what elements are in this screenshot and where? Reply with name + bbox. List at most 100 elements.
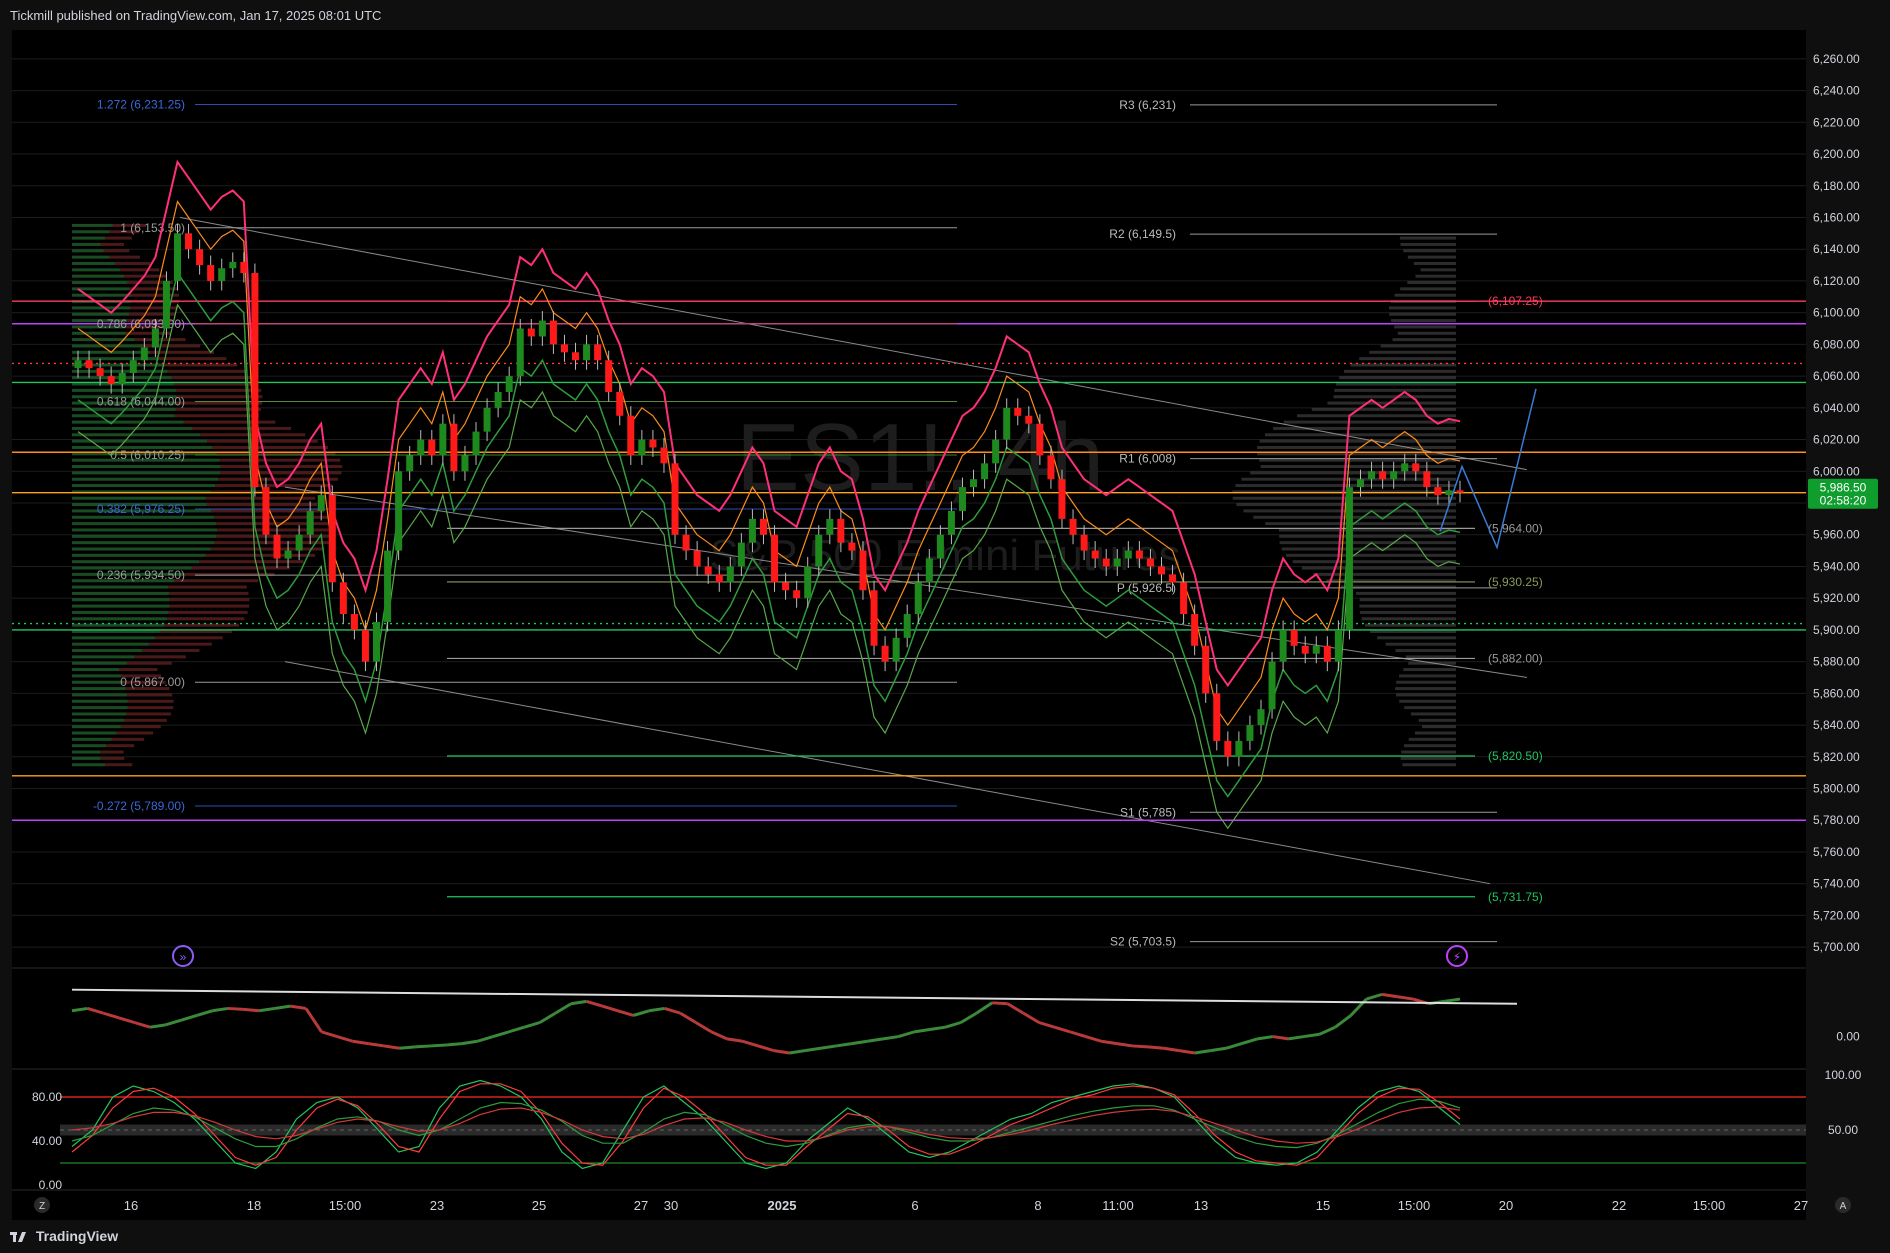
candle-body[interactable]	[494, 391, 502, 408]
candle-body[interactable]	[229, 261, 237, 269]
candle-body[interactable]	[903, 614, 911, 638]
candle-body[interactable]	[472, 431, 480, 456]
candle-body[interactable]	[583, 344, 591, 361]
candle-body[interactable]	[483, 407, 491, 432]
candle-body[interactable]	[129, 360, 137, 373]
candle-body[interactable]	[1279, 629, 1287, 662]
candle-body[interactable]	[793, 590, 801, 599]
candle-body[interactable]	[1456, 490, 1464, 493]
candle-body[interactable]	[715, 574, 723, 583]
candle-body[interactable]	[549, 320, 557, 345]
candle-body[interactable]	[1379, 471, 1387, 480]
candle-body[interactable]	[572, 352, 580, 361]
candle-body[interactable]	[605, 360, 613, 392]
candle-body[interactable]	[737, 542, 745, 567]
candle-body[interactable]	[538, 320, 546, 337]
candle-body[interactable]	[594, 344, 602, 361]
candle-body[interactable]	[350, 614, 358, 630]
candle-body[interactable]	[837, 518, 845, 543]
candle-body[interactable]	[848, 542, 856, 551]
candle-body[interactable]	[185, 233, 193, 250]
candle-body[interactable]	[616, 391, 624, 416]
candle-body[interactable]	[1069, 518, 1077, 535]
candle-body[interactable]	[1124, 550, 1132, 559]
candle-body[interactable]	[317, 495, 325, 511]
candle-body[interactable]	[992, 439, 1000, 464]
candle-body[interactable]	[1213, 693, 1221, 741]
candle-body[interactable]	[1113, 558, 1121, 567]
candle-body[interactable]	[461, 455, 469, 472]
candle-body[interactable]	[107, 376, 115, 385]
candle-body[interactable]	[395, 471, 403, 551]
candle-body[interactable]	[1412, 463, 1420, 472]
candle-body[interactable]	[925, 558, 933, 583]
candle-body[interactable]	[660, 447, 668, 464]
candle-body[interactable]	[1047, 455, 1055, 480]
tradingview-logo[interactable]: TradingView	[10, 1228, 118, 1244]
candle-body[interactable]	[1202, 645, 1210, 694]
candle-body[interactable]	[1323, 645, 1331, 662]
candle-body[interactable]	[207, 265, 215, 281]
candle-body[interactable]	[1445, 490, 1453, 496]
candle-body[interactable]	[627, 415, 635, 456]
candle-body[interactable]	[1036, 423, 1044, 456]
candle-body[interactable]	[638, 439, 646, 456]
candle-body[interactable]	[970, 479, 978, 488]
candle-body[interactable]	[1135, 550, 1143, 559]
candle-body[interactable]	[262, 487, 270, 535]
candle-body[interactable]	[406, 455, 414, 472]
candle-body[interactable]	[450, 423, 458, 472]
candle-body[interactable]	[1169, 574, 1177, 583]
candle-body[interactable]	[1301, 645, 1309, 654]
candle-body[interactable]	[1290, 629, 1298, 646]
candle-body[interactable]	[682, 534, 690, 551]
candle-body[interactable]	[218, 268, 226, 281]
candle-body[interactable]	[284, 550, 292, 559]
candle-body[interactable]	[1368, 471, 1376, 480]
candle-body[interactable]	[1257, 709, 1265, 726]
candle-body[interactable]	[704, 566, 712, 575]
candle-body[interactable]	[958, 487, 966, 511]
candle-body[interactable]	[251, 273, 259, 488]
candle-body[interactable]	[914, 582, 922, 615]
candle-body[interactable]	[1401, 463, 1409, 472]
candle-body[interactable]	[826, 518, 834, 535]
candle-body[interactable]	[174, 233, 182, 281]
candle-body[interactable]	[693, 550, 701, 567]
candle-body[interactable]	[671, 463, 679, 535]
candle-body[interactable]	[759, 518, 767, 535]
candle-body[interactable]	[140, 347, 148, 361]
candle-body[interactable]	[870, 590, 878, 646]
candle-body[interactable]	[771, 534, 779, 583]
candle-body[interactable]	[859, 550, 867, 591]
candle-body[interactable]	[947, 510, 955, 535]
candle-body[interactable]	[936, 534, 944, 559]
candle-body[interactable]	[96, 368, 104, 377]
candle-body[interactable]	[118, 372, 126, 385]
candle-body[interactable]	[373, 621, 381, 662]
candle-body[interactable]	[295, 534, 303, 551]
candle-body[interactable]	[1058, 479, 1066, 519]
candle-body[interactable]	[417, 439, 425, 456]
candle-body[interactable]	[1191, 614, 1199, 646]
candle-body[interactable]	[1434, 487, 1442, 496]
candle-body[interactable]	[1334, 629, 1342, 662]
candle-body[interactable]	[782, 582, 790, 591]
candle-body[interactable]	[273, 534, 281, 559]
candle-body[interactable]	[1268, 661, 1276, 710]
candle-body[interactable]	[1390, 471, 1398, 480]
candle-body[interactable]	[1091, 550, 1099, 559]
candle-body[interactable]	[726, 566, 734, 583]
candle-body[interactable]	[1246, 725, 1254, 741]
candle-body[interactable]	[881, 645, 889, 662]
trading-chart[interactable]: ES1!, 4h S&P 500 E-mini Futures 1.272 (6…	[0, 0, 1890, 1253]
candle-body[interactable]	[1003, 407, 1011, 440]
candle-body[interactable]	[428, 439, 436, 456]
candle-body[interactable]	[85, 360, 93, 369]
candle-body[interactable]	[1235, 740, 1243, 757]
candle-body[interactable]	[151, 328, 159, 348]
candle-body[interactable]	[439, 423, 447, 456]
candle-body[interactable]	[1423, 471, 1431, 488]
candle-body[interactable]	[815, 534, 823, 567]
candle-body[interactable]	[162, 280, 170, 329]
